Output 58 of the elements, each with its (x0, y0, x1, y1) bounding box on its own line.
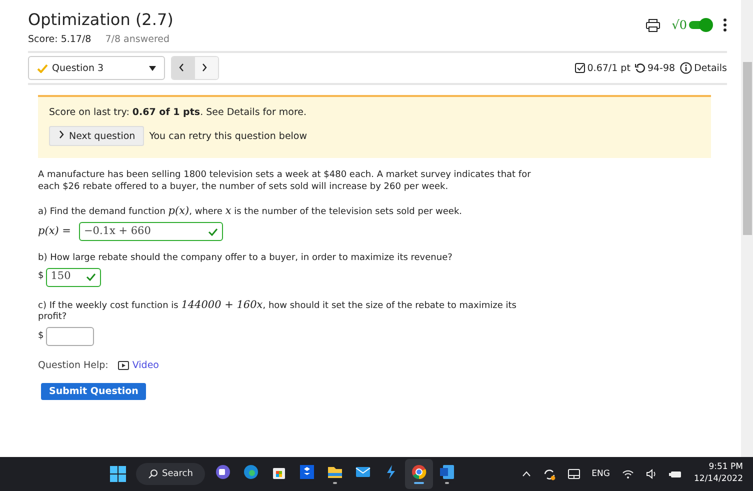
next-button[interactable] (195, 57, 218, 79)
clock-time: 9:51 PM (708, 462, 743, 474)
chevron-up-icon[interactable] (522, 471, 531, 477)
details-link[interactable]: Details (680, 62, 727, 74)
speaker-icon[interactable] (646, 469, 657, 479)
question-text: b) How large rebate should the company offer to a buyer, in order to maximize its revenue? (38, 253, 454, 265)
function-label: p(x) = (38, 224, 71, 238)
checkbox-icon (575, 63, 586, 73)
answer-field[interactable]: 150 (46, 268, 101, 287)
submit-button[interactable]: Submit Question (41, 383, 146, 400)
search-button[interactable]: Search (136, 463, 205, 485)
chrome-browser-icon[interactable] (410, 464, 427, 480)
question-text: c) If the weekly cost function is 144000 + 160x, how should it set the size of the rebate to maximize its profit? (38, 298, 518, 324)
page-title: Optimization (2.7) (28, 10, 174, 29)
browser-icon[interactable] (242, 464, 259, 480)
mail-icon[interactable] (354, 464, 371, 480)
start-icon[interactable] (110, 466, 126, 482)
more-menu-icon[interactable] (723, 18, 727, 32)
score-text: Score: 5.17/8 (28, 34, 92, 45)
score-message: Score on last try: 0.67 of 1 pts. See Details for more. (49, 107, 308, 118)
chevron-icon (178, 62, 185, 72)
caret-down-icon (149, 66, 156, 70)
touchpad-icon[interactable] (568, 469, 580, 479)
dollar-sign: $ (38, 271, 44, 284)
scrollbar[interactable] (741, 0, 753, 457)
print-icon[interactable] (646, 18, 660, 32)
language-indicator[interactable]: ENG (592, 469, 610, 479)
wifi-icon[interactable] (622, 469, 634, 479)
clock-date: 12/14/2022 (694, 474, 743, 486)
retry-message: You can retry this question below (149, 130, 308, 142)
previous-button[interactable] (172, 57, 195, 79)
info-icon (680, 62, 692, 74)
math-toggle[interactable]: √0 (672, 18, 711, 32)
help-label: Question Help: (38, 360, 108, 372)
chevron-icon (58, 130, 65, 139)
answered-count: 7/8 answered (105, 34, 170, 45)
problem-text: A manufacture has been selling 1800 television sets a week at $480 each. A market survey indicates that for each $26 rebate offered to a buyer, the number of sets sold will increase by 260 per week. (38, 170, 532, 194)
chat-app-icon[interactable] (214, 464, 231, 480)
video-link[interactable]: Video (118, 360, 159, 372)
folder-icon[interactable] (326, 464, 343, 480)
checkmark-icon (86, 273, 96, 282)
video-icon (118, 361, 130, 370)
points-text: 0.67/1 pt (587, 62, 630, 74)
checkmark-icon (208, 228, 218, 236)
sync-icon[interactable] (542, 468, 556, 480)
question-text: a) Find the demand function p(x), where x is the number of the television sets sold per week. (38, 205, 464, 220)
chevron-icon (201, 62, 208, 72)
next-question-button[interactable]: Next question (49, 126, 144, 146)
box-app-icon[interactable] (298, 464, 315, 480)
retry-icon (635, 63, 646, 73)
battery-icon[interactable] (669, 470, 682, 478)
answer-field[interactable] (46, 327, 94, 346)
word-document-icon[interactable] (438, 464, 455, 480)
attempts-text: 94-98 (647, 62, 676, 74)
answer-field[interactable]: −0.1x + 660 (78, 222, 223, 242)
search-icon (148, 469, 158, 479)
question-select[interactable]: Question 3 (28, 56, 165, 80)
dollar-sign: $ (38, 330, 44, 342)
